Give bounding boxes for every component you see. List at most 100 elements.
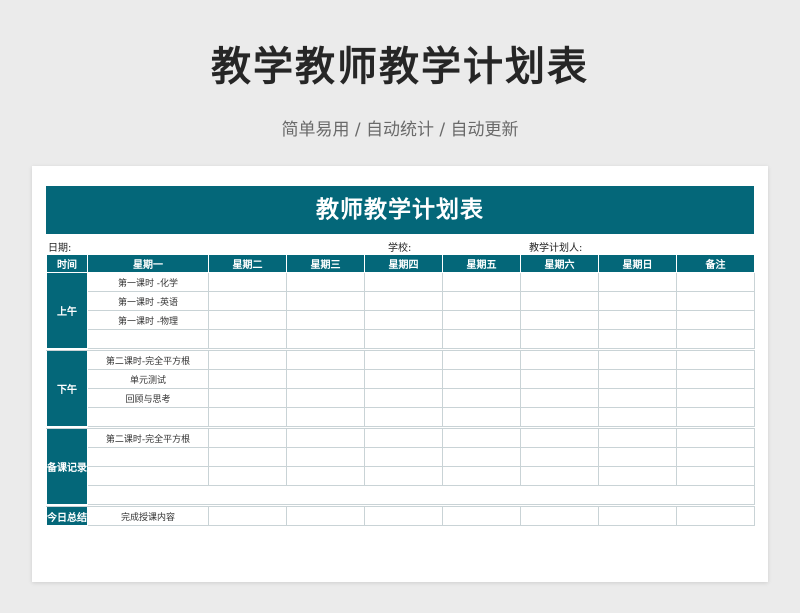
table-cell[interactable] bbox=[520, 291, 599, 311]
table-cell[interactable] bbox=[208, 428, 287, 448]
table-cell[interactable] bbox=[520, 447, 599, 467]
table-cell[interactable] bbox=[676, 310, 755, 330]
table-cell[interactable] bbox=[87, 329, 209, 349]
table-cell[interactable] bbox=[364, 428, 443, 448]
table-cell[interactable] bbox=[442, 329, 521, 349]
table-cell[interactable] bbox=[286, 291, 365, 311]
table-cell[interactable] bbox=[676, 291, 755, 311]
table-cell[interactable] bbox=[442, 466, 521, 486]
table-cell[interactable] bbox=[442, 447, 521, 467]
table-cell[interactable]: 回顾与思考 bbox=[87, 388, 209, 408]
table-cell[interactable] bbox=[520, 466, 599, 486]
table-cell[interactable] bbox=[676, 447, 755, 467]
table-cell[interactable] bbox=[520, 369, 599, 389]
table-cell[interactable] bbox=[598, 407, 677, 427]
table-cell[interactable]: 第一课时 -英语 bbox=[87, 291, 209, 311]
table-cell[interactable] bbox=[676, 388, 755, 408]
table-cell[interactable] bbox=[364, 369, 443, 389]
table-cell[interactable] bbox=[87, 407, 209, 427]
table-cell[interactable] bbox=[520, 350, 599, 370]
table-cell[interactable] bbox=[598, 369, 677, 389]
table-cell[interactable] bbox=[208, 407, 287, 427]
table-cell[interactable] bbox=[208, 329, 287, 349]
table-cell[interactable]: 单元测试 bbox=[87, 369, 209, 389]
table-cell[interactable] bbox=[598, 329, 677, 349]
table-cell[interactable] bbox=[286, 388, 365, 408]
table-cell[interactable] bbox=[208, 272, 287, 292]
table-cell[interactable] bbox=[676, 369, 755, 389]
table-cell[interactable] bbox=[676, 428, 755, 448]
table-cell[interactable] bbox=[520, 506, 599, 526]
table-cell[interactable] bbox=[364, 291, 443, 311]
table-cell[interactable]: 第一课时 -化学 bbox=[87, 272, 209, 292]
table-cell[interactable] bbox=[598, 310, 677, 330]
table-cell[interactable] bbox=[286, 272, 365, 292]
table-cell[interactable] bbox=[364, 447, 443, 467]
summary-content[interactable]: 完成授课内容 bbox=[87, 506, 209, 526]
section-morning: 上午 bbox=[46, 272, 88, 349]
table-cell[interactable] bbox=[286, 407, 365, 427]
table-cell[interactable] bbox=[364, 407, 443, 427]
table-cell[interactable] bbox=[598, 428, 677, 448]
table-cell[interactable] bbox=[442, 506, 521, 526]
table-cell[interactable] bbox=[286, 329, 365, 349]
table-cell[interactable]: 第二课时-完全平方根 bbox=[87, 428, 209, 448]
table-cell[interactable] bbox=[286, 428, 365, 448]
table-cell[interactable] bbox=[520, 407, 599, 427]
table-cell[interactable] bbox=[286, 369, 365, 389]
table-cell[interactable] bbox=[442, 369, 521, 389]
table-cell[interactable] bbox=[286, 466, 365, 486]
table-cell[interactable] bbox=[286, 506, 365, 526]
table-cell[interactable] bbox=[676, 272, 755, 292]
header-tuesday: 星期二 bbox=[208, 254, 287, 273]
table-cell[interactable] bbox=[520, 272, 599, 292]
table-cell[interactable] bbox=[598, 466, 677, 486]
table-cell[interactable]: 第二课时-完全平方根 bbox=[87, 350, 209, 370]
table-cell[interactable] bbox=[442, 407, 521, 427]
table-cell[interactable] bbox=[442, 428, 521, 448]
table-cell[interactable] bbox=[520, 388, 599, 408]
table-cell[interactable] bbox=[598, 388, 677, 408]
table-row bbox=[47, 447, 755, 467]
table-cell[interactable] bbox=[442, 350, 521, 370]
table-cell[interactable]: 第一课时 -物理 bbox=[87, 310, 209, 330]
table-cell[interactable] bbox=[87, 447, 209, 467]
table-cell[interactable] bbox=[364, 388, 443, 408]
table-cell[interactable] bbox=[442, 388, 521, 408]
table-cell[interactable] bbox=[364, 506, 443, 526]
table-cell[interactable] bbox=[208, 369, 287, 389]
table-cell[interactable] bbox=[676, 350, 755, 370]
table-cell[interactable] bbox=[520, 329, 599, 349]
table-cell[interactable] bbox=[598, 447, 677, 467]
table-cell[interactable] bbox=[208, 466, 287, 486]
table-cell[interactable] bbox=[208, 506, 287, 526]
table-cell[interactable] bbox=[442, 272, 521, 292]
table-cell[interactable] bbox=[676, 506, 755, 526]
table-cell[interactable] bbox=[364, 310, 443, 330]
table-cell[interactable] bbox=[208, 310, 287, 330]
table-cell[interactable] bbox=[87, 466, 209, 486]
table-cell[interactable] bbox=[676, 329, 755, 349]
table-cell[interactable] bbox=[208, 350, 287, 370]
table-cell[interactable] bbox=[598, 272, 677, 292]
table-cell[interactable] bbox=[208, 388, 287, 408]
table-cell[interactable] bbox=[286, 350, 365, 370]
table-cell[interactable] bbox=[520, 310, 599, 330]
table-cell[interactable] bbox=[286, 310, 365, 330]
table-cell[interactable] bbox=[364, 272, 443, 292]
table-cell[interactable] bbox=[286, 447, 365, 467]
table-cell[interactable] bbox=[676, 466, 755, 486]
table-cell[interactable] bbox=[208, 447, 287, 467]
table-cell[interactable] bbox=[442, 310, 521, 330]
table-cell[interactable] bbox=[676, 407, 755, 427]
table-cell[interactable] bbox=[364, 466, 443, 486]
table-cell[interactable] bbox=[87, 485, 755, 505]
table-cell[interactable] bbox=[364, 329, 443, 349]
table-cell[interactable] bbox=[442, 291, 521, 311]
table-cell[interactable] bbox=[364, 350, 443, 370]
table-cell[interactable] bbox=[520, 428, 599, 448]
table-cell[interactable] bbox=[598, 350, 677, 370]
table-cell[interactable] bbox=[598, 291, 677, 311]
table-cell[interactable] bbox=[208, 291, 287, 311]
table-cell[interactable] bbox=[598, 506, 677, 526]
